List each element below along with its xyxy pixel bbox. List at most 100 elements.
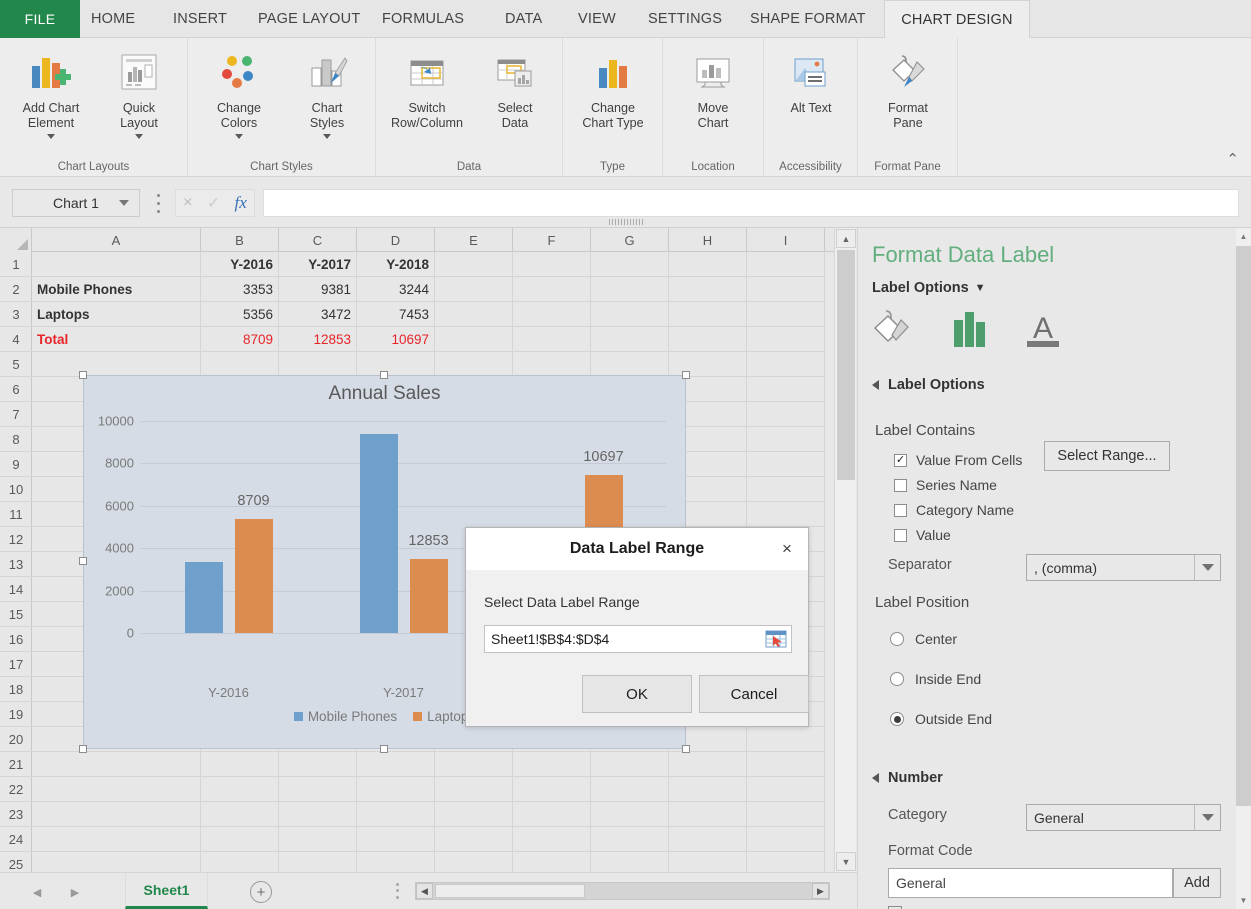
name-box-more-icon[interactable] <box>152 191 164 215</box>
cell-E23[interactable] <box>435 802 513 827</box>
cell-A24[interactable] <box>32 827 201 852</box>
pane-subtitle[interactable]: Label Options ▼ <box>872 280 986 296</box>
row-header-18[interactable]: 18 <box>0 677 32 702</box>
formula-bar-resize-grip[interactable] <box>609 219 644 225</box>
chevron-down-icon[interactable] <box>119 200 129 206</box>
name-box[interactable]: Chart 1 <box>12 189 140 217</box>
cell-B21[interactable] <box>201 752 279 777</box>
cell-H5[interactable] <box>669 352 747 377</box>
category-select[interactable]: General <box>1026 804 1221 831</box>
sheet-tab-sheet1[interactable]: Sheet1 <box>125 873 208 909</box>
cell-A25[interactable] <box>32 852 201 872</box>
cell-G22[interactable] <box>591 777 669 802</box>
chart-bar[interactable] <box>184 561 223 633</box>
scrollbar-thumb[interactable] <box>1236 246 1251 806</box>
column-header-a[interactable]: A <box>32 228 201 252</box>
cell-I8[interactable] <box>747 427 825 452</box>
row-header-25[interactable]: 25 <box>0 852 32 872</box>
cell-D2[interactable]: 3244 <box>357 277 435 302</box>
cell-D1[interactable]: Y-2018 <box>357 252 435 277</box>
previous-sheet-icon[interactable]: ◀ <box>28 884 46 900</box>
scroll-left-icon[interactable]: ◀ <box>416 883 433 899</box>
chart-styles-button[interactable]: Chart Styles <box>284 46 370 151</box>
cell-I9[interactable] <box>747 452 825 477</box>
row-header-4[interactable]: 4 <box>0 327 32 352</box>
cell-D5[interactable] <box>357 352 435 377</box>
row-header-3[interactable]: 3 <box>0 302 32 327</box>
row-header-11[interactable]: 11 <box>0 502 32 527</box>
chart-bar[interactable] <box>234 519 273 633</box>
ribbon-tab-insert[interactable]: INSERT <box>162 0 238 38</box>
row-header-16[interactable]: 16 <box>0 627 32 652</box>
cell-G24[interactable] <box>591 827 669 852</box>
cell-F24[interactable] <box>513 827 591 852</box>
enter-formula-icon[interactable]: ✓ <box>207 193 220 213</box>
cancel-formula-icon[interactable]: × <box>183 194 192 212</box>
cell-I3[interactable] <box>747 302 825 327</box>
row-header-1[interactable]: 1 <box>0 252 32 277</box>
row-header-9[interactable]: 9 <box>0 452 32 477</box>
checkbox-value-from-cells[interactable]: ✓ Value From Cells <box>894 452 1022 468</box>
cell-F2[interactable] <box>513 277 591 302</box>
move-chart-button[interactable]: Move Chart <box>670 46 756 151</box>
scrollbar-thumb[interactable] <box>435 884 585 898</box>
cell-F4[interactable] <box>513 327 591 352</box>
cell-F25[interactable] <box>513 852 591 872</box>
cell-F21[interactable] <box>513 752 591 777</box>
cell-I11[interactable] <box>747 502 825 527</box>
cell-H21[interactable] <box>669 752 747 777</box>
chart-handle-se[interactable] <box>682 745 690 753</box>
cell-B2[interactable]: 3353 <box>201 277 279 302</box>
cell-B22[interactable] <box>201 777 279 802</box>
ok-button[interactable]: OK <box>582 675 692 713</box>
column-header-e[interactable]: E <box>435 228 513 252</box>
add-sheet-icon[interactable]: + <box>250 881 272 903</box>
ribbon-tab-page-layout[interactable]: PAGE LAYOUT <box>247 0 371 38</box>
cell-B25[interactable] <box>201 852 279 872</box>
column-header-i[interactable]: I <box>747 228 825 252</box>
cell-I24[interactable] <box>747 827 825 852</box>
close-icon[interactable]: × <box>774 536 800 562</box>
chevron-down-icon[interactable] <box>323 134 331 139</box>
switch-row-column-button[interactable]: Switch Row/Column <box>384 46 470 151</box>
column-header-h[interactable]: H <box>669 228 747 252</box>
chevron-down-icon[interactable] <box>1194 555 1220 580</box>
row-header-2[interactable]: 2 <box>0 277 32 302</box>
cell-H2[interactable] <box>669 277 747 302</box>
chart-handle-n[interactable] <box>380 371 388 379</box>
row-header-19[interactable]: 19 <box>0 702 32 727</box>
change-colors-button[interactable]: Change Colors <box>196 46 282 151</box>
checkbox-icon[interactable]: ✓ <box>894 453 907 467</box>
cell-I21[interactable] <box>747 752 825 777</box>
chart-handle-sw[interactable] <box>79 745 87 753</box>
cell-D21[interactable] <box>357 752 435 777</box>
cell-E4[interactable] <box>435 327 513 352</box>
row-header-24[interactable]: 24 <box>0 827 32 852</box>
chevron-down-icon[interactable]: ▼ <box>975 282 986 294</box>
chart-title[interactable]: Annual Sales <box>84 383 685 405</box>
change-chart-type-button[interactable]: Change Chart Type <box>570 46 656 151</box>
scroll-right-icon[interactable]: ▶ <box>812 883 829 899</box>
cell-F22[interactable] <box>513 777 591 802</box>
column-header-d[interactable]: D <box>357 228 435 252</box>
cell-A21[interactable] <box>32 752 201 777</box>
cell-D24[interactable] <box>357 827 435 852</box>
range-picker-icon[interactable] <box>765 629 787 649</box>
chevron-down-icon[interactable] <box>47 134 55 139</box>
cell-G4[interactable] <box>591 327 669 352</box>
scrollbar-thumb[interactable] <box>837 250 855 480</box>
cell-A22[interactable] <box>32 777 201 802</box>
scroll-down-icon[interactable]: ▼ <box>836 852 856 871</box>
row-header-6[interactable]: 6 <box>0 377 32 402</box>
cell-H3[interactable] <box>669 302 747 327</box>
legend-item-mobile-phones[interactable]: Mobile Phones <box>293 709 397 724</box>
select-range-button[interactable]: Select Range... <box>1044 441 1170 471</box>
format-code-input[interactable]: General <box>888 868 1173 898</box>
select-all-corner[interactable] <box>0 228 32 252</box>
cell-D3[interactable]: 7453 <box>357 302 435 327</box>
cell-I10[interactable] <box>747 477 825 502</box>
effects-icon[interactable] <box>948 308 992 355</box>
cell-G2[interactable] <box>591 277 669 302</box>
radio-outside-end[interactable]: Outside End <box>890 711 992 727</box>
quick-layout-button[interactable]: Quick Layout <box>96 46 182 151</box>
